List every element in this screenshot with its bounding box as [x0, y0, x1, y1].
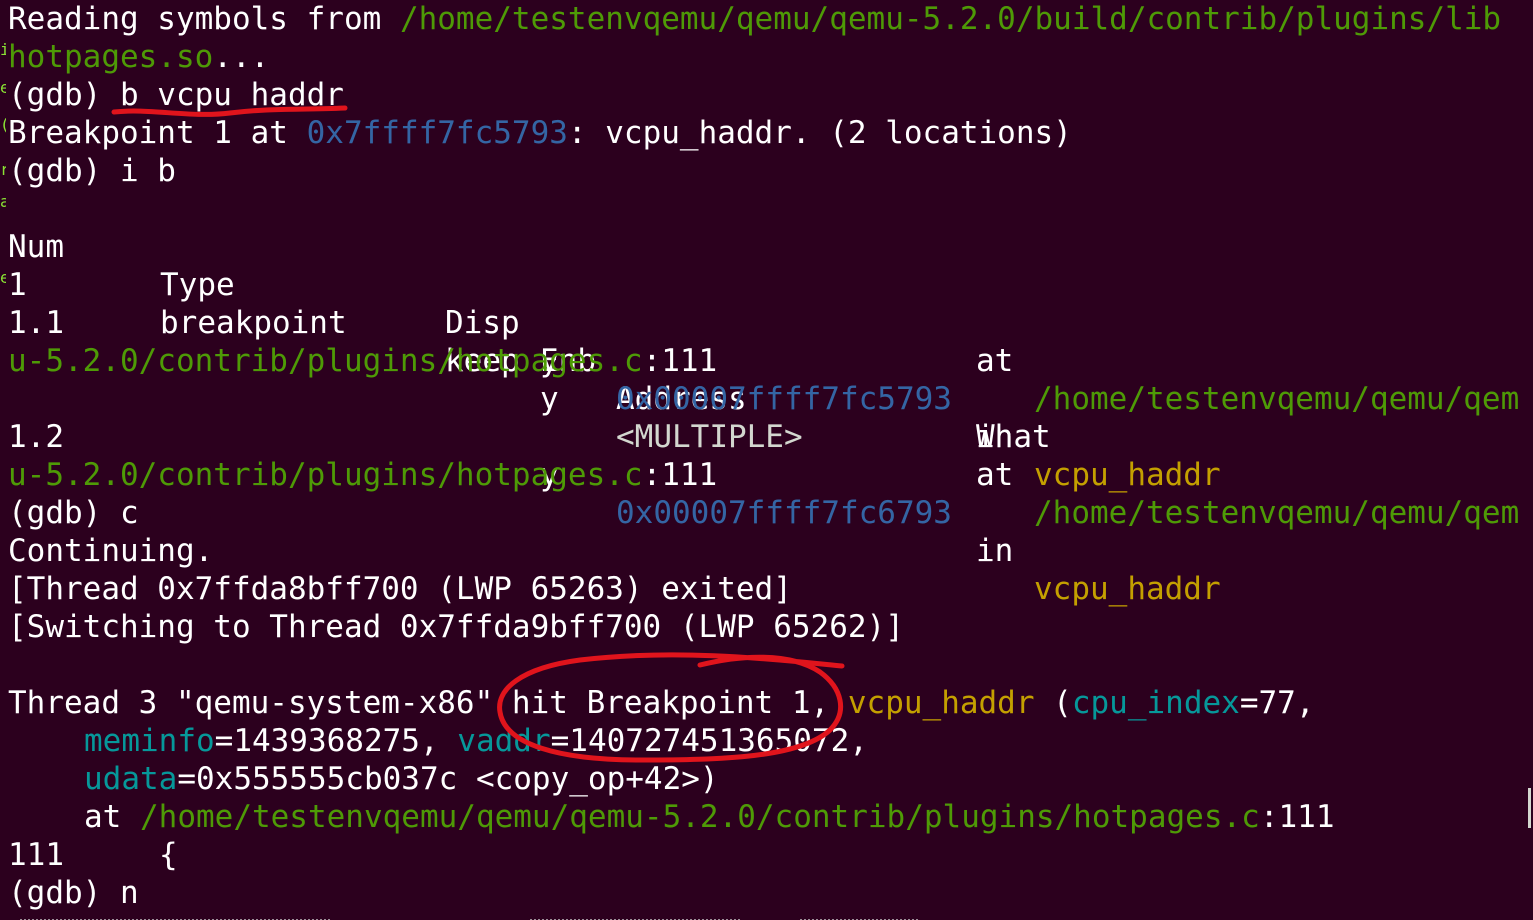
- command-next: (gdb) n: [8, 874, 139, 912]
- command-text: i b: [119, 153, 176, 189]
- hit-at: at: [84, 799, 140, 835]
- bp-in: in: [976, 533, 1032, 569]
- output-breakpoint-hit: Thread 3 "qemu-system-x86" hit Breakpoin…: [8, 684, 1314, 722]
- clipped-edge-glyph: e: [0, 268, 6, 287]
- hit-thread: Thread 3 "qemu-system-x86": [8, 685, 512, 721]
- command-info-breakpoints: (gdb) i b: [8, 152, 176, 190]
- clipped-next-line: [20, 912, 1120, 920]
- output-breakpoint-args: udata=0x555555cb037c <copy_op+42>): [84, 760, 719, 798]
- table-row-location: at /home/testenvqemu/qemu/qem: [8, 304, 1528, 417]
- command-text: b vcpu_haddr: [119, 77, 344, 113]
- arg-value: =140727451365072,: [550, 723, 868, 759]
- library-path: /home/testenvqemu/qemu/qemu-5.2.0/build/…: [399, 1, 1502, 37]
- ellipsis: ...: [213, 39, 270, 75]
- breakpoint-table-header: Num Type Disp Enb Address What: [8, 190, 1528, 455]
- output-switching-thread: [Switching to Thread 0x7ffda9bff700 (LWP…: [8, 609, 904, 645]
- hit-function: vcpu_haddr: [847, 685, 1035, 721]
- arg-name: vaddr: [457, 723, 551, 759]
- output-breakpoint-args: meminfo=1439368275, vaddr=14072745136507…: [84, 722, 868, 760]
- command-continue: (gdb) c: [8, 494, 139, 532]
- hit-breakpoint: hit Breakpoint 1: [511, 685, 811, 721]
- bp-address: 0x7ffff7fc5793: [306, 115, 568, 151]
- bp-source-line: :111: [642, 343, 718, 379]
- library-path-cont: hotpages.so: [8, 39, 214, 75]
- source-line: 111 {: [8, 836, 178, 874]
- gdb-prompt: (gdb): [8, 153, 120, 189]
- table-row: 1.2 y 0x00007ffff7fc6793 in vcpu_haddr: [8, 380, 1528, 607]
- table-row-location-cont: u-5.2.0/contrib/plugins/hotpages.c:111: [8, 456, 717, 494]
- table-row: 1 breakpoint keep y <MULTIPLE>: [8, 228, 1528, 455]
- arg-name: udata: [84, 761, 178, 797]
- arg-value: =1439368275,: [214, 723, 458, 759]
- command-text: n: [119, 875, 139, 911]
- command-text: c: [119, 495, 139, 531]
- output-reading-symbols: Reading symbols from /home/testenvqemu/q…: [8, 0, 1501, 38]
- table-row-location-cont: u-5.2.0/contrib/plugins/hotpages.c:111: [8, 342, 717, 380]
- arg-name: cpu_index: [1071, 685, 1240, 721]
- terminal-window[interactable]: i e ( r a e Reading symbols from /home/t…: [0, 0, 1533, 920]
- table-row-location: at /home/testenvqemu/qemu/qem: [8, 418, 1528, 531]
- arg-name: meminfo: [84, 723, 215, 759]
- output-reading-symbols-cont: hotpages.so...: [8, 38, 269, 76]
- hit-source-line: :111: [1259, 799, 1335, 835]
- bp-source-path-cont: u-5.2.0/contrib/plugins/hotpages.c: [8, 457, 643, 493]
- bp-address: 0x00007ffff7fc6793: [616, 495, 952, 531]
- scrollbar-thumb[interactable]: [1528, 788, 1531, 828]
- source-line-number: 111: [8, 837, 64, 873]
- clipped-edge-glyph: a: [0, 192, 6, 211]
- bp-at: at: [976, 457, 1032, 493]
- clipped-edge-glyph: i: [0, 40, 6, 59]
- hit-sep: ,: [810, 685, 848, 721]
- clipped-edge-glyph: e: [0, 78, 6, 97]
- bp-at: at: [976, 343, 1032, 379]
- arg-value: =0x555555cb037c <copy_op+42>): [177, 761, 719, 797]
- source-code: {: [159, 837, 178, 873]
- output-thread-exited: [Thread 0x7ffda8bff700 (LWP 65263) exite…: [8, 571, 792, 607]
- table-row: 1.1 y 0x00007ffff7fc5793 in vcpu_haddr: [8, 266, 1528, 493]
- bp-set-post: : vcpu_haddr. (2 locations): [567, 115, 1072, 151]
- gdb-prompt: (gdb): [8, 875, 120, 911]
- bp-function: vcpu_haddr: [1034, 571, 1221, 607]
- clipped-edge-glyph: (: [0, 115, 6, 135]
- gdb-prompt: (gdb): [8, 77, 120, 113]
- hit-source-path: /home/testenvqemu/qemu/qemu-5.2.0/contri…: [140, 799, 1260, 835]
- gdb-prompt: (gdb): [8, 495, 120, 531]
- hit-paren: (: [1034, 685, 1072, 721]
- output-breakpoint-set: Breakpoint 1 at 0x7ffff7fc5793: vcpu_had…: [8, 114, 1072, 152]
- bp-source-line: :111: [642, 457, 718, 493]
- output-breakpoint-location: at /home/testenvqemu/qemu/qemu-5.2.0/con…: [84, 798, 1334, 836]
- bp-set-pre: Breakpoint 1 at: [8, 115, 307, 151]
- bp-source-path: /home/testenvqemu/qemu/qem: [1034, 495, 1520, 531]
- output-continuing: Continuing.: [8, 533, 214, 569]
- command-break: (gdb) b vcpu_haddr: [8, 76, 344, 114]
- bp-source-path-cont: u-5.2.0/contrib/plugins/hotpages.c: [8, 343, 643, 379]
- clipped-edge-glyph: r: [0, 160, 6, 179]
- bp-function: vcpu_haddr: [1034, 457, 1221, 493]
- arg-value: =77,: [1239, 685, 1315, 721]
- reading-label: Reading symbols from: [8, 1, 400, 37]
